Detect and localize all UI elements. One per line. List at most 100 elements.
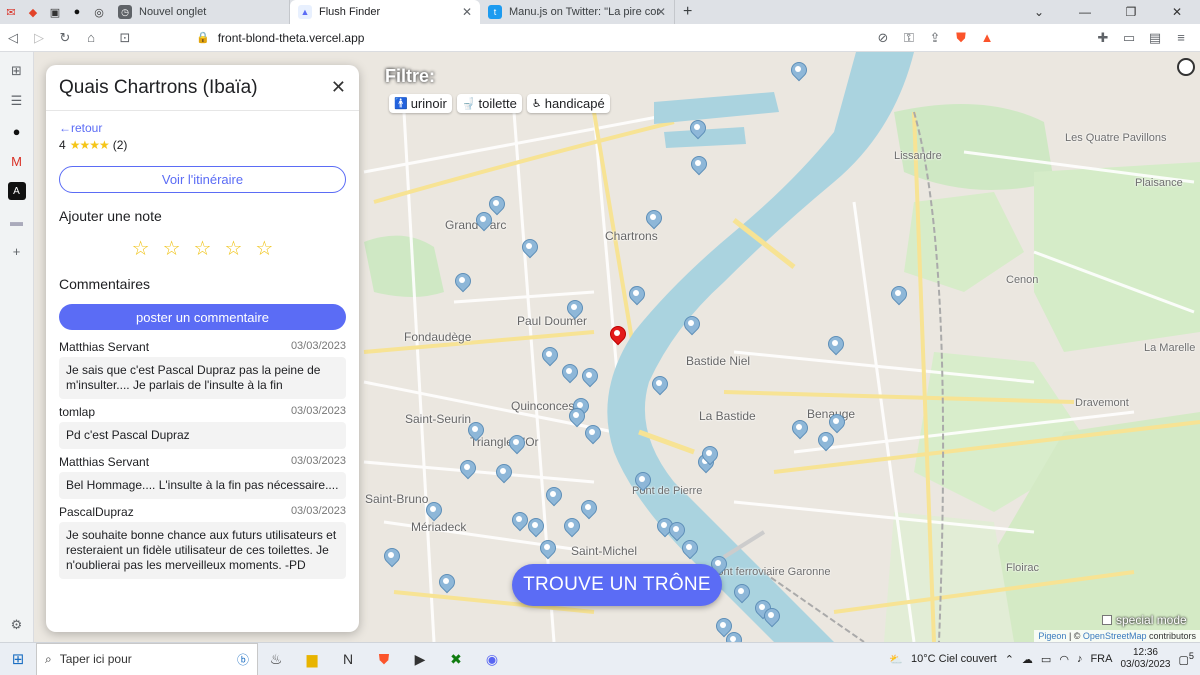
bookmark-icon[interactable]: ⊡ [116,30,134,46]
toilet-marker-icon[interactable] [496,464,510,482]
pinned-tab-github[interactable]: ● [66,0,88,24]
toilet-marker-icon[interactable] [684,316,698,334]
xbox-icon[interactable]: ✖ [438,651,474,668]
toilet-marker-icon[interactable] [828,336,842,354]
toilet-marker-icon[interactable] [585,425,599,443]
close-icon[interactable]: ✕ [331,77,346,98]
toilet-marker-icon[interactable] [764,608,778,626]
toilet-marker-icon[interactable] [582,368,596,386]
special-mode-toggle[interactable]: special mode [1102,613,1187,627]
windows-start-icon[interactable]: ⊞ [0,650,36,668]
toilet-marker-icon[interactable] [691,156,705,174]
filter-urinoir[interactable]: 🚹 urinoir [389,94,452,113]
steam-icon[interactable]: ♨ [258,651,294,668]
back-link[interactable]: ←retour [59,121,346,135]
toilet-marker-icon[interactable] [791,62,805,80]
weather-text[interactable]: 10°C Ciel couvert [911,653,997,665]
clock[interactable]: 12:36 03/03/2023 [1120,647,1170,671]
extensions-icon[interactable]: ✚ [1090,30,1116,46]
toilet-marker-icon[interactable] [569,408,583,426]
user-account-icon[interactable] [1177,58,1195,76]
toilet-marker-icon[interactable] [646,210,660,228]
wifi-icon[interactable]: ◠ [1059,653,1069,666]
pinned-tab-gitlab[interactable]: ◆ [22,0,44,24]
toilet-marker-icon[interactable] [546,487,560,505]
toilet-marker-icon[interactable] [528,518,542,536]
back-icon[interactable]: ◁ [0,30,26,46]
bing-icon[interactable]: ⓑ [237,651,249,668]
reload-icon[interactable]: ↻ [52,30,78,46]
toilet-marker-icon[interactable] [439,574,453,592]
home-icon[interactable]: ⌂ [78,30,104,45]
toilet-marker-icon[interactable] [542,347,556,365]
reading-list-icon[interactable]: ▭ [1116,30,1142,46]
gmail-icon[interactable]: M [8,152,26,170]
minimize-icon[interactable]: — [1062,0,1108,24]
toilet-marker-icon[interactable] [564,518,578,536]
close-window-icon[interactable]: ✕ [1154,0,1200,24]
filter-toilette[interactable]: 🚽 toilette [456,94,522,113]
toilet-marker-icon[interactable] [384,548,398,566]
toilet-marker-icon[interactable] [460,460,474,478]
flag-icon[interactable]: ▬ [8,212,26,230]
itinerary-button[interactable]: Voir l'itinéraire [59,166,346,193]
toilet-marker-icon[interactable] [581,500,595,518]
brave-rewards-icon[interactable]: ▲ [974,30,1000,45]
menu-icon[interactable]: ≡ [1168,30,1194,45]
toilet-marker-icon[interactable] [562,364,576,382]
special-mode-checkbox[interactable] [1102,615,1112,625]
add-sidebar-icon[interactable]: + [8,242,26,260]
brave-shield-icon[interactable]: ⛊ [948,30,974,46]
selected-marker-icon[interactable] [610,326,624,344]
toilet-marker-icon[interactable] [455,273,469,291]
app-icon[interactable]: A [7,182,26,200]
toilet-marker-icon[interactable] [629,286,643,304]
pigeon-link[interactable]: Pigeon [1038,631,1066,641]
pinned-tab-other[interactable]: ◎ [88,0,110,24]
toilet-marker-icon[interactable] [509,435,523,453]
toilet-marker-icon[interactable] [468,422,482,440]
notion-icon[interactable]: N [330,651,366,667]
tab-new-tab[interactable]: ◷ Nouvel onglet [110,0,290,24]
brave-icon[interactable]: ⛊ [366,651,402,668]
find-throne-button[interactable]: TROUVE UN TRÔNE [512,564,722,606]
taskbar-search[interactable]: ⌕ Taper ici pour ⓑ [36,642,258,675]
toilet-marker-icon[interactable] [702,446,716,464]
pinned-tab-app[interactable]: ▣ [44,0,66,24]
close-tab-icon[interactable]: ✕ [462,5,472,19]
toilet-marker-icon[interactable] [512,512,526,530]
toilet-marker-icon[interactable] [792,420,806,438]
post-comment-button[interactable]: poster un commentaire [59,304,346,330]
key-icon[interactable]: ⚿ [896,30,922,46]
location-blocked-icon[interactable]: ⊘ [870,30,896,46]
toilet-marker-icon[interactable] [652,376,666,394]
tray-chevron-icon[interactable]: ⌃ [1005,653,1014,666]
toilet-marker-icon[interactable] [567,300,581,318]
toilet-marker-icon[interactable] [818,432,832,450]
toilet-marker-icon[interactable] [426,502,440,520]
file-explorer-icon[interactable]: ▆ [294,651,330,668]
toilet-marker-icon[interactable] [489,196,503,214]
star-5-icon[interactable]: ☆ [255,236,273,261]
new-tab-button[interactable]: + [675,0,700,24]
toilet-marker-icon[interactable] [476,212,490,230]
wallet-icon[interactable]: ▤ [1142,30,1168,46]
battery-icon[interactable]: ▭ [1041,653,1051,666]
star-2-icon[interactable]: ☆ [163,236,181,261]
address-bar[interactable]: ⊡ 🔒 front-blond-theta.vercel.app [120,27,851,49]
toilet-marker-icon[interactable] [891,286,905,304]
toilet-marker-icon[interactable] [522,239,536,257]
star-4-icon[interactable]: ☆ [224,236,242,261]
pinned-tab-gmail[interactable]: ✉ [0,0,22,24]
toilet-marker-icon[interactable] [682,540,696,558]
bookmarks-icon[interactable]: ⊞ [8,62,26,80]
tab-flush-finder[interactable]: ▲ Flush Finder ✕ [290,0,480,24]
toilet-marker-icon[interactable] [829,414,843,432]
language-indicator[interactable]: FRA [1090,653,1112,665]
volume-icon[interactable]: ♪ [1077,653,1083,665]
osm-link[interactable]: OpenStreetMap [1083,631,1147,641]
toilet-marker-icon[interactable] [726,632,740,642]
reading-list-sidebar-icon[interactable]: ☰ [8,92,26,110]
toilet-marker-icon[interactable] [690,120,704,138]
filter-handicape[interactable]: ♿ handicapé [526,94,610,113]
